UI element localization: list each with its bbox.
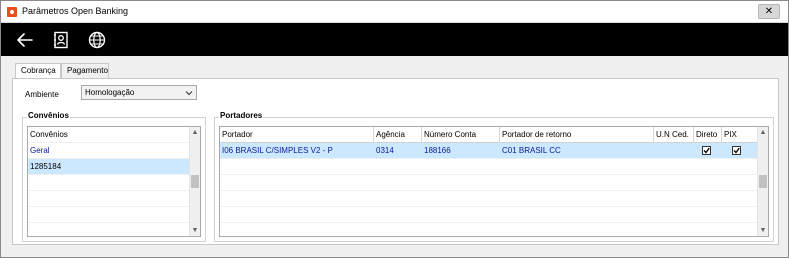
chevron-down-icon [185,91,193,96]
cell-agencia: 0314 [376,146,394,155]
app-icon [7,7,17,17]
cell-portador-retorno: C01 BRASIL CC [502,146,561,155]
toolbar [1,23,788,56]
portadores-grid[interactable]: Portador Agência Número Conta Portador d… [219,126,769,237]
column-header-portador-retorno[interactable]: Portador de retorno [500,127,654,143]
ambiente-label: Ambiente [25,90,59,99]
scroll-thumb[interactable] [191,175,199,188]
column-header-portador[interactable]: Portador [220,127,374,143]
table-row-empty [220,175,758,191]
scroll-down-icon[interactable]: ▼ [758,225,768,236]
scroll-up-icon[interactable]: ▲ [758,127,768,138]
tab-pagamento[interactable]: Pagamento [61,63,109,79]
list-item[interactable]: Geral [28,143,190,159]
table-row-empty [220,191,758,207]
pix-checkbox[interactable] [732,146,741,155]
ambiente-value: Homologação [85,88,135,97]
column-header-pix[interactable]: PIX [722,127,758,143]
list-item-empty [28,207,190,223]
convenios-group: Convênios Convênios Geral 1285184 ▲ ▼ [22,111,206,242]
list-item[interactable]: 1285184 [28,159,190,175]
convenios-title: Convênios [27,111,70,120]
table-row-empty [220,159,758,175]
contact-book-icon[interactable] [51,30,71,50]
portadores-title: Portadores [219,111,264,120]
convenios-list[interactable]: Convênios Geral 1285184 ▲ ▼ [27,126,201,237]
ambiente-select[interactable]: Homologação [81,85,197,100]
column-header-numero-conta[interactable]: Número Conta [422,127,500,143]
close-button[interactable]: ✕ [758,4,780,19]
cell-portador: I06 BRASIL C/SIMPLES V2 - P [222,146,333,155]
portadores-group: Portadores Portador Agência Número Conta… [214,111,774,242]
open-banking-window: Parâmetros Open Banking ✕ Cobrança Pagam… [0,0,789,258]
scroll-thumb[interactable] [759,175,767,188]
cell-numero-conta: 188166 [424,146,451,155]
portadores-scrollbar[interactable]: ▲ ▼ [757,127,768,236]
checkmark-icon [703,147,710,154]
globe-icon[interactable] [87,30,107,50]
list-item[interactable]: Convênios [28,127,190,143]
scroll-up-icon[interactable]: ▲ [190,127,200,138]
table-row-empty [220,207,758,223]
direto-checkbox[interactable] [702,146,711,155]
cell-un-ced [654,143,694,159]
cobranca-panel: Ambiente Homologação Convênios Convênios… [12,78,779,245]
scroll-down-icon[interactable]: ▼ [190,225,200,236]
list-item-empty [28,191,190,207]
convenios-scrollbar[interactable]: ▲ ▼ [189,127,200,236]
window-title: Parâmetros Open Banking [22,6,129,16]
column-header-direto[interactable]: Direto [694,127,722,143]
back-arrow-icon[interactable] [15,30,35,50]
column-header-agencia[interactable]: Agência [374,127,422,143]
list-item-empty [28,175,190,191]
grid-header: Portador Agência Número Conta Portador d… [220,127,768,143]
checkmark-icon [733,147,740,154]
column-header-un-ced[interactable]: U.N Ced. [654,127,694,143]
title-bar: Parâmetros Open Banking ✕ [1,1,788,23]
table-row[interactable]: I06 BRASIL C/SIMPLES V2 - P 0314 188166 … [220,143,758,159]
